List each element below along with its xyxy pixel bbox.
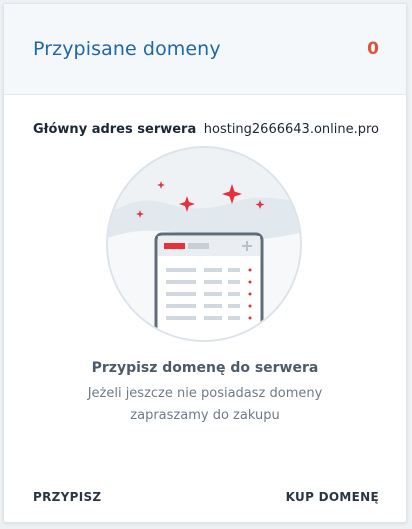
server-address-label: Główny adres serwera <box>33 122 197 137</box>
card-header: Przypisane domeny 0 <box>4 4 406 95</box>
domain-count: 0 <box>367 39 379 59</box>
server-address-row: Główny adres serwera hosting2666643.onli… <box>33 122 379 137</box>
assign-button[interactable]: PRZYPISZ <box>33 490 101 504</box>
domain-list-illustration <box>104 144 304 344</box>
assigned-domains-card: Przypisane domeny 0 Główny adres serwera… <box>3 3 407 523</box>
card-title: Przypisane domeny <box>33 38 221 60</box>
empty-state-description: Jeżeli jeszcze nie posiadasz domeny zapr… <box>87 386 323 423</box>
server-address-value: hosting2666643.online.pro <box>203 122 379 137</box>
buy-domain-button[interactable]: KUP DOMENĘ <box>286 490 379 504</box>
empty-state-title: Przypisz domenę do serwera <box>91 360 319 376</box>
card-actions: PRZYPISZ KUP DOMENĘ <box>33 490 379 504</box>
